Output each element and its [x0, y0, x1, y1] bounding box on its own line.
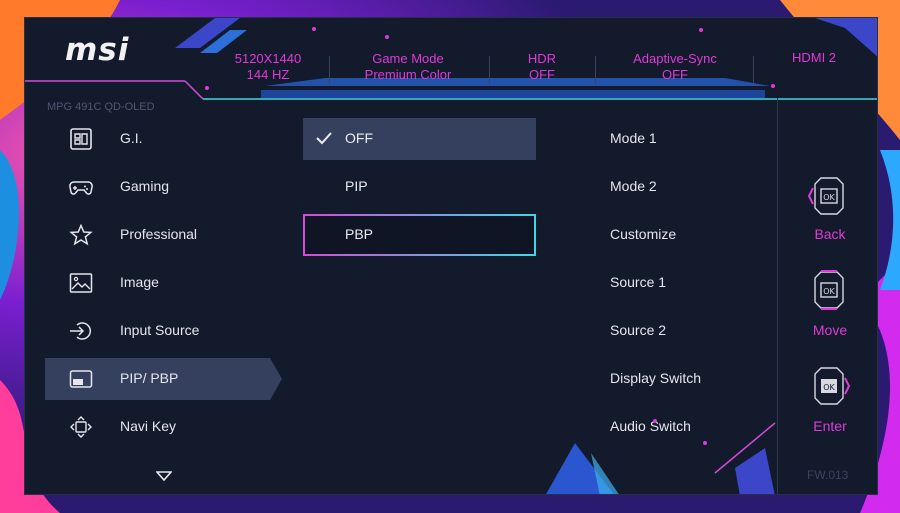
option-label: OFF: [345, 130, 373, 146]
status-mode: Game Mode Premium Color: [343, 51, 473, 83]
submenu-item-display-switch[interactable]: Display Switch: [610, 370, 701, 386]
sidebar-item-gi[interactable]: G.I.: [45, 118, 270, 160]
svg-text:OK: OK: [823, 383, 835, 392]
star-icon: [69, 224, 93, 246]
svg-text:OK: OK: [823, 287, 835, 296]
status-adaptive-sync: Adaptive-Sync OFF: [613, 51, 737, 83]
sidebar-item-label: G.I.: [120, 130, 143, 146]
sidebar-item-pip-pbp[interactable]: PIP/ PBP: [45, 358, 270, 400]
firmware-version: FW.013: [807, 468, 849, 482]
model-name: MPG 491C QD-OLED: [47, 101, 155, 113]
navi-key-icon: [70, 416, 92, 438]
status-input: HDMI 2: [769, 50, 859, 66]
submenu-item-source-1[interactable]: Source 1: [610, 274, 666, 290]
selected-indicator-arrow: [270, 358, 282, 400]
submenu-item-source-2[interactable]: Source 2: [610, 322, 666, 338]
status-adaptive-sync-label: Adaptive-Sync: [633, 51, 717, 66]
image-icon: [69, 273, 93, 293]
gi-icon: [70, 128, 92, 150]
status-divider: [489, 56, 490, 84]
sidebar-item-navi-key[interactable]: Navi Key: [45, 406, 270, 448]
sidebar-item-label: Input Source: [120, 322, 200, 338]
sidebar-item-label: Image: [120, 274, 159, 290]
checkmark-icon: [316, 132, 332, 145]
enter-key-icon: OK: [814, 367, 851, 405]
option-pbp[interactable]: PBP: [303, 214, 536, 256]
svg-text:OK: OK: [823, 193, 835, 202]
status-adaptive-sync-value: OFF: [662, 67, 688, 82]
status-color-mode: Premium Color: [364, 67, 452, 82]
status-refresh-rate: 144 HZ: [246, 67, 290, 82]
pip-icon: [69, 370, 93, 388]
enter-key-label: Enter: [813, 418, 847, 434]
scroll-down-icon[interactable]: [156, 470, 172, 482]
move-key-icon: OK: [814, 270, 844, 310]
sidebar-item-label: Navi Key: [120, 418, 177, 434]
move-key-label: Move: [812, 322, 848, 338]
gamepad-icon: [69, 181, 93, 195]
back-key-icon: OK: [807, 177, 844, 215]
sidebar-item-label: Gaming: [120, 178, 170, 194]
sidebar-item-input-source[interactable]: Input Source: [45, 310, 270, 352]
sidebar-item-professional[interactable]: Professional: [45, 214, 270, 256]
status-divider: [329, 56, 330, 84]
status-hdr: HDR OFF: [502, 51, 582, 83]
key-guide-divider: [777, 98, 778, 494]
submenu-item-mode-1[interactable]: Mode 1: [610, 130, 657, 146]
submenu-item-customize[interactable]: Customize: [610, 226, 676, 242]
status-divider: [753, 56, 754, 84]
option-pip[interactable]: PIP: [303, 166, 536, 208]
status-game-mode: Game Mode: [372, 51, 444, 66]
osd-menu-panel: msi 5120X1440 144 HZ Game Mode Premium C…: [24, 17, 878, 495]
footer-decoration: [546, 419, 776, 494]
sidebar-item-label: PIP/ PBP: [120, 370, 179, 386]
option-label: PBP: [345, 226, 374, 242]
submenu-item-mode-2[interactable]: Mode 2: [610, 178, 657, 194]
status-hdr-value: OFF: [529, 67, 555, 82]
status-resolution: 5120X1440 144 HZ: [223, 51, 313, 83]
status-input-value: HDMI 2: [791, 50, 837, 65]
msi-logo: msi: [65, 32, 130, 68]
back-key-label: Back: [814, 226, 846, 242]
option-off[interactable]: OFF: [303, 118, 536, 160]
option-label: PIP: [345, 178, 368, 194]
sidebar-item-image[interactable]: Image: [45, 262, 270, 304]
status-hdr-label: HDR: [527, 51, 557, 66]
sidebar-item-label: Professional: [120, 226, 198, 242]
input-source-icon: [70, 322, 92, 340]
status-divider: [595, 56, 596, 84]
sidebar-item-gaming[interactable]: Gaming: [45, 166, 270, 208]
status-resolution-value: 5120X1440: [234, 51, 302, 66]
